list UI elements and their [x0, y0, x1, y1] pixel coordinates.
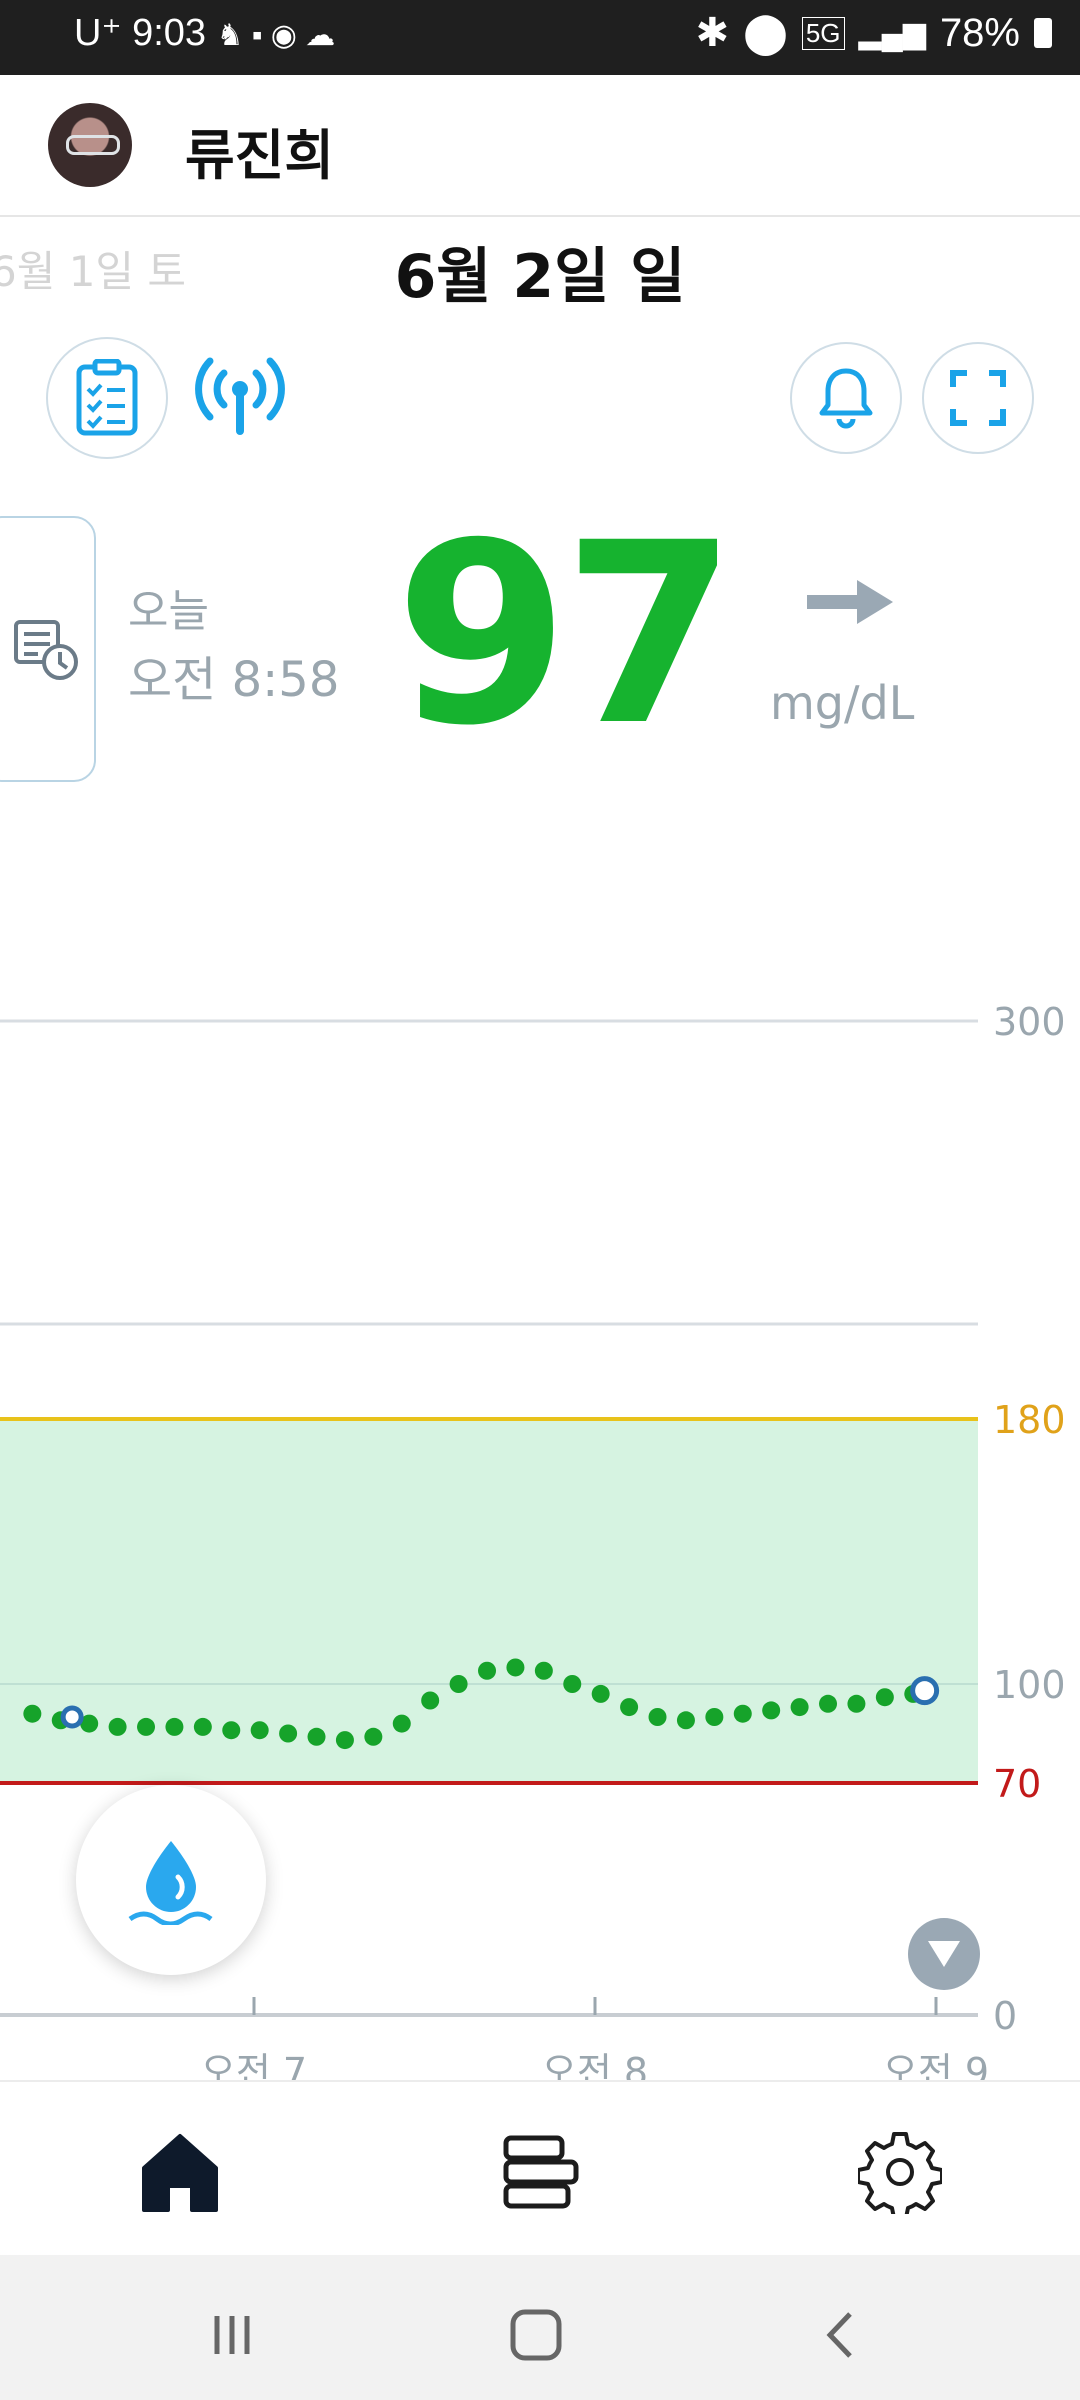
clipboard-checklist-icon	[76, 359, 138, 436]
glucose-point	[364, 1727, 383, 1746]
trend-arrow-icon	[805, 578, 895, 630]
glucose-point	[534, 1661, 553, 1680]
glucose-point	[591, 1684, 610, 1703]
y-tick-label-70: 70	[993, 1762, 1041, 1806]
status-right: ✱ ⬤ 5G ▂▄▆ 78%	[696, 10, 1052, 56]
current-date: 6월 2일 일	[394, 242, 686, 312]
home-icon	[142, 2134, 218, 2212]
water-drop-icon	[128, 1841, 213, 1925]
bluetooth-icon: ✱	[695, 11, 730, 55]
sensor-signal-icon	[190, 355, 290, 439]
bottom-navigation	[0, 2080, 1080, 2257]
glucose-point	[392, 1714, 411, 1733]
reading-day: 오늘	[128, 586, 209, 637]
glucose-point	[23, 1704, 42, 1723]
glucose-point	[421, 1691, 440, 1710]
y-tick-label-0: 0	[993, 1994, 1017, 2038]
glucose-point	[648, 1708, 667, 1726]
list-cards-icon	[503, 2135, 579, 2209]
glucose-point	[250, 1721, 269, 1740]
recent-apps-button[interactable]	[192, 2295, 272, 2375]
glucose-point	[307, 1727, 326, 1746]
status-time: 9:03	[132, 12, 207, 54]
glucose-point	[506, 1658, 525, 1677]
glucose-point	[335, 1731, 354, 1750]
back-button[interactable]	[800, 2295, 880, 2375]
glucose-point	[705, 1708, 724, 1726]
y-tick-label-300: 300	[993, 1000, 1066, 1044]
glucose-point	[762, 1701, 781, 1720]
battery-icon	[1034, 18, 1052, 48]
glucose-point	[847, 1694, 866, 1713]
glucose-point	[478, 1661, 497, 1680]
home-square-icon	[510, 2309, 562, 2361]
expand-icon	[950, 370, 1006, 426]
history-side-tab[interactable]	[0, 516, 96, 782]
glucose-point	[137, 1717, 156, 1736]
username: 류진희	[185, 124, 335, 187]
status-bar: U⁺ 9:03 ♞ ▪ ◉ ☁ ✱ ⬤ 5G ▂▄▆ 78%	[0, 0, 1080, 75]
logbook-button[interactable]	[46, 337, 168, 459]
y-tick-label-180: 180	[993, 1398, 1066, 1442]
reading-time: 오전 8:58	[128, 652, 340, 708]
glucose-point	[108, 1717, 127, 1736]
nav-home[interactable]	[130, 2122, 230, 2222]
calibration-point	[910, 1676, 940, 1706]
report-clock-icon	[14, 620, 78, 680]
avatar[interactable]	[48, 103, 132, 187]
header: 류진희	[0, 75, 1080, 217]
glucose-point	[563, 1675, 582, 1693]
y-tick-label-100: 100	[993, 1663, 1066, 1707]
glucose-point	[875, 1688, 894, 1707]
signal-bars-icon: ▂▄▆	[858, 16, 926, 50]
bell-icon	[819, 368, 873, 429]
nav-list[interactable]	[490, 2122, 590, 2222]
home-button[interactable]	[496, 2295, 576, 2375]
add-blood-glucose-button[interactable]	[76, 1785, 266, 1975]
calibration-point	[60, 1705, 84, 1729]
gear-icon	[858, 2132, 942, 2214]
carrier-label: U⁺	[74, 12, 122, 54]
glucose-point	[733, 1704, 752, 1723]
alarm-button[interactable]	[790, 342, 902, 454]
recent-apps-icon	[214, 2316, 250, 2354]
scroll-down-button[interactable]	[908, 1918, 980, 1990]
glucose-point	[279, 1724, 298, 1743]
network-type: 5G	[801, 16, 845, 50]
nav-settings[interactable]	[850, 2122, 950, 2222]
chevron-left-icon	[826, 2312, 852, 2358]
triangle-down-icon	[928, 1941, 960, 1967]
glucose-point	[222, 1721, 241, 1740]
glucose-point	[449, 1675, 468, 1693]
glucose-point	[193, 1717, 212, 1736]
glucose-point	[165, 1717, 184, 1736]
glucose-point	[819, 1694, 838, 1713]
glucose-unit: mg/dL	[770, 676, 915, 730]
system-navigation-bar	[0, 2255, 1080, 2400]
battery-percent: 78%	[939, 10, 1020, 55]
notification-icons: ♞ ▪ ◉ ☁	[216, 19, 336, 52]
fullscreen-button[interactable]	[922, 342, 1034, 454]
glucose-point	[676, 1711, 695, 1730]
glucose-value: 97	[395, 489, 737, 780]
glucose-point	[790, 1698, 809, 1717]
glucose-point	[620, 1698, 639, 1717]
status-left: U⁺ 9:03 ♞ ▪ ◉ ☁	[74, 10, 335, 55]
location-icon: ⬤	[743, 11, 788, 55]
